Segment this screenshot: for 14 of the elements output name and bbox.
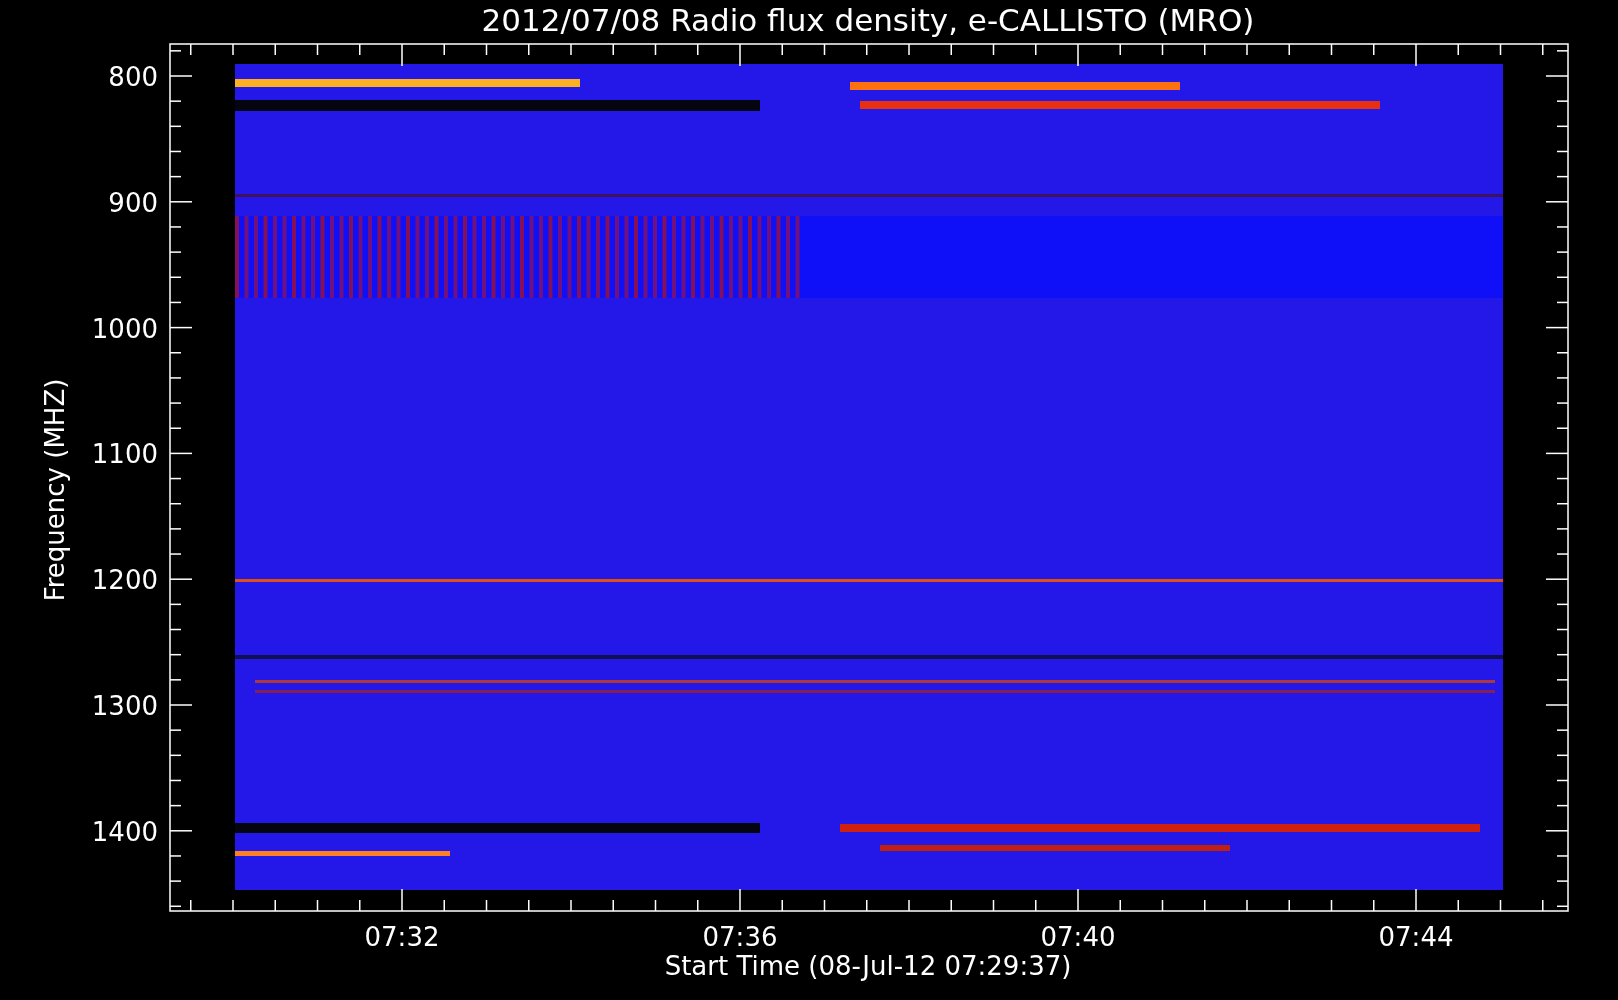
y-tick-label: 1000 bbox=[91, 313, 158, 344]
x-tick-label: 07:40 bbox=[1040, 922, 1116, 952]
y-tick-label: 1400 bbox=[91, 816, 158, 847]
chart-title: 2012/07/08 Radio flux density, e-CALLISTO (MRO) bbox=[481, 2, 1255, 38]
y-tick-label: 800 bbox=[108, 62, 158, 92]
y-tick-label: 1100 bbox=[91, 439, 158, 470]
y-axis-label: Frequency (MHZ) bbox=[40, 378, 70, 602]
x-tick-label: 07:32 bbox=[364, 922, 440, 952]
x-tick-label: 07:44 bbox=[1378, 922, 1454, 952]
x-axis-label: Start Time (08-Jul-12 07:29:37) bbox=[664, 951, 1072, 981]
y-tick-label: 1300 bbox=[91, 691, 158, 721]
y-tick-label: 1200 bbox=[91, 565, 158, 596]
y-tick-label: 900 bbox=[108, 187, 158, 218]
x-tick-label: 07:36 bbox=[702, 922, 778, 952]
